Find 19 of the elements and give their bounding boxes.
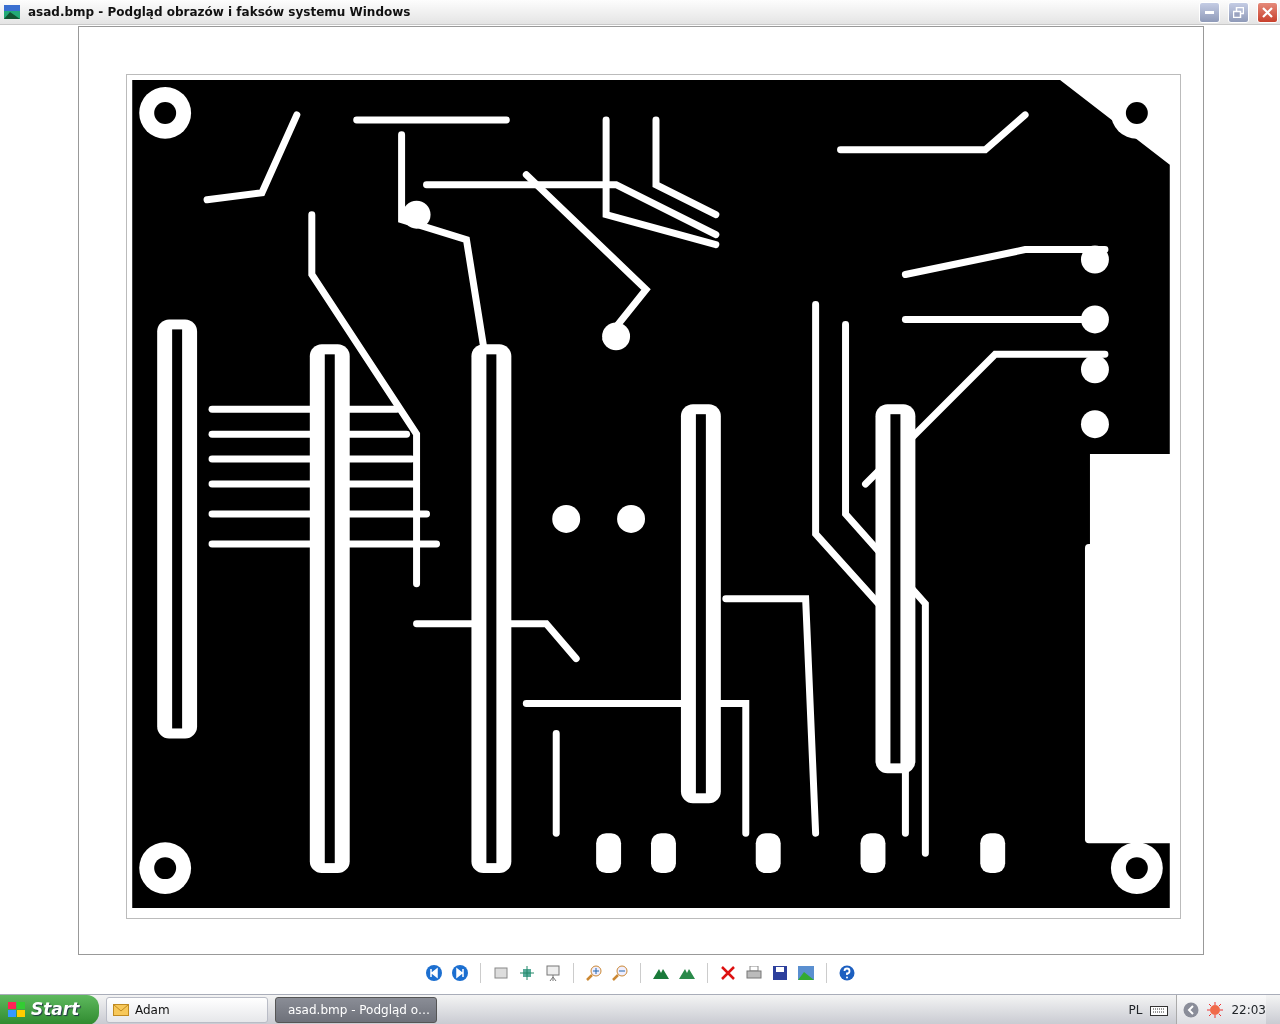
next-image-button[interactable] xyxy=(449,962,470,983)
windows-logo xyxy=(8,1001,26,1018)
restore-button[interactable] xyxy=(1228,1,1249,23)
image-app-icon xyxy=(4,4,20,21)
close-icon xyxy=(1262,6,1273,18)
sun-icon[interactable] xyxy=(1207,1001,1224,1018)
minimize-button[interactable] xyxy=(1199,1,1220,23)
close-button[interactable] xyxy=(1257,1,1278,23)
previous-image-button[interactable] xyxy=(423,962,444,983)
keyboard-icon[interactable] xyxy=(1150,1003,1169,1016)
window-title: asad.bmp - Podgląd obrazów i faksów systemu Windows xyxy=(28,4,412,22)
taskbar-button[interactable]: asad.bmp - Podgląd o… xyxy=(275,996,437,1023)
minimize-icon xyxy=(1205,10,1214,14)
expand-tray-icon[interactable] xyxy=(1183,1001,1200,1018)
language-indicator[interactable]: PL xyxy=(1128,1000,1143,1019)
envelope-icon xyxy=(113,1003,129,1016)
taskbar-button[interactable]: Adam xyxy=(106,996,268,1023)
restore-icon xyxy=(1233,6,1244,18)
clock: 22:03 xyxy=(1231,1001,1266,1019)
